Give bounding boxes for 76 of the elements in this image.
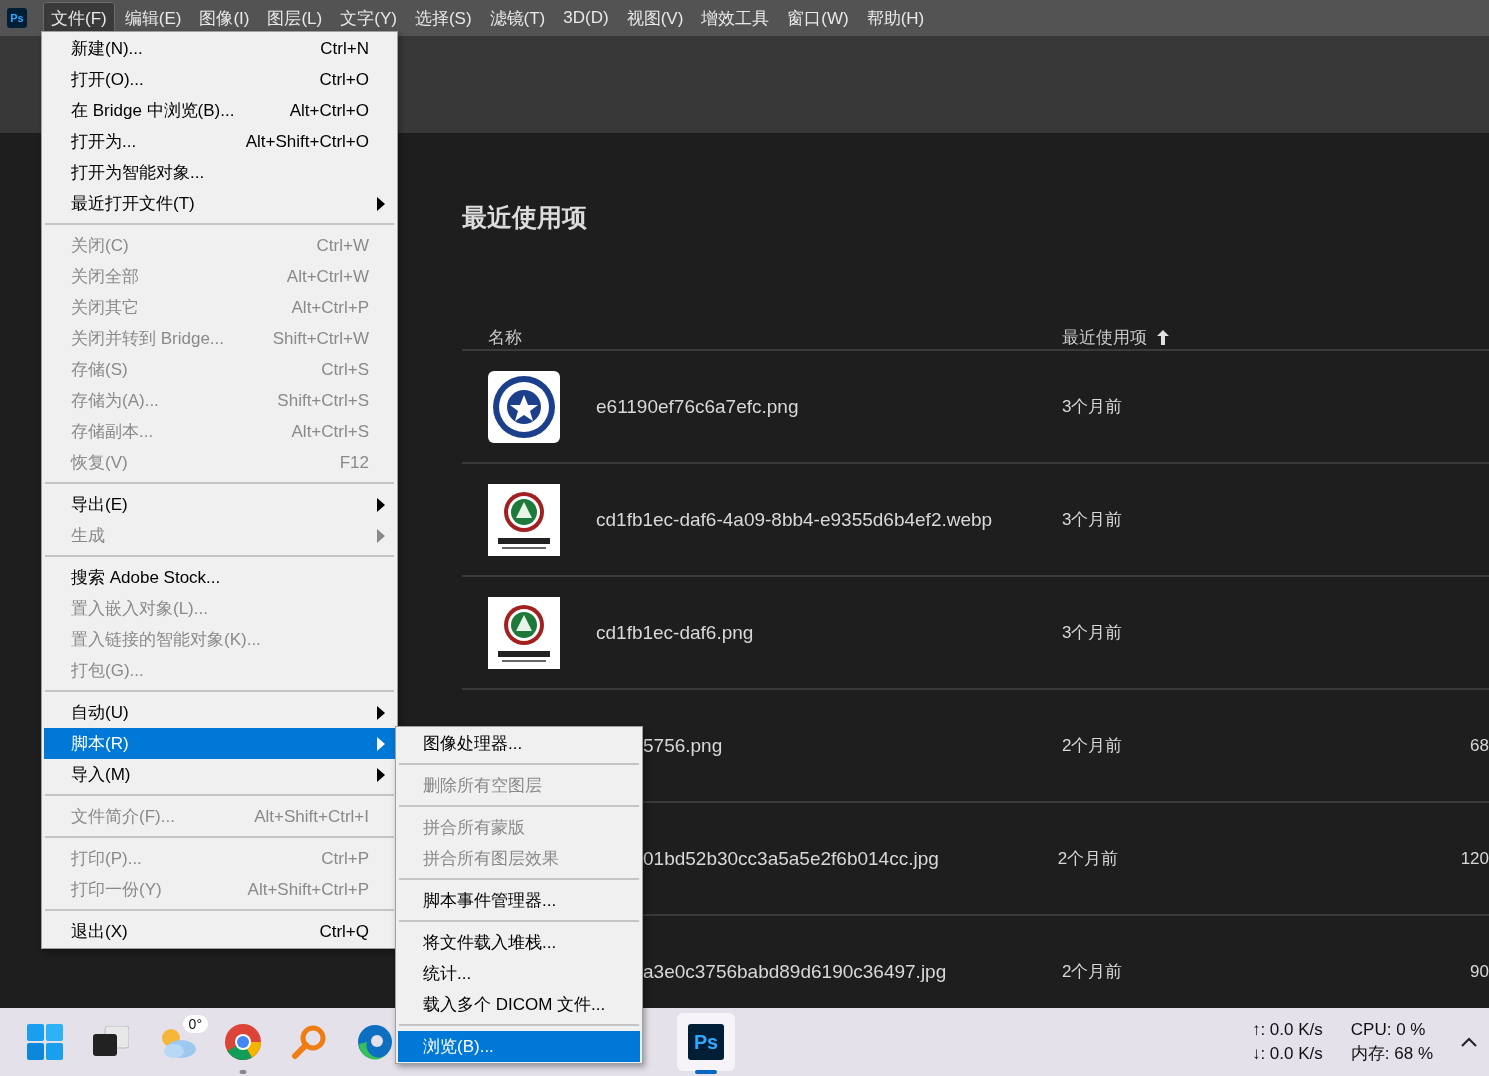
menu-item[interactable]: 导出(E) — [44, 489, 395, 520]
chevron-up-icon[interactable] — [1461, 1037, 1477, 1047]
download-speed: ↓: 0.0 K/s — [1251, 1043, 1323, 1065]
menu-item[interactable]: 脚本(R) — [44, 728, 395, 759]
upload-speed: ↑: 0.0 K/s — [1251, 1019, 1323, 1041]
menu-item[interactable]: 打开(O)... Ctrl+O — [44, 64, 395, 95]
menu-bar-item[interactable]: 窗口(W) — [779, 1, 857, 35]
menu-item[interactable]: 统计... — [398, 958, 640, 989]
shortcut-label: Ctrl+O — [319, 69, 369, 90]
edge-browser-icon[interactable] — [357, 1024, 393, 1060]
shortcut-label: Ctrl+W — [316, 235, 369, 256]
menu-item[interactable]: 将文件载入堆栈... — [398, 927, 640, 958]
shortcut-label: Alt+Ctrl+O — [289, 100, 369, 121]
menu-bar-item[interactable]: 编辑(E) — [116, 1, 190, 35]
menu-item[interactable]: 图像处理器... — [398, 728, 640, 759]
shortcut-label: Alt+Shift+Ctrl+I — [254, 806, 369, 827]
menu-item[interactable]: 打开为智能对象... — [44, 157, 395, 188]
shortcut-label: Alt+Ctrl+S — [291, 421, 369, 442]
memory-usage: 内存: 68 % — [1350, 1043, 1433, 1065]
shortcut-label: Ctrl+Q — [319, 921, 369, 942]
task-view-icon[interactable] — [93, 1026, 129, 1058]
size-cell: 90 — [1469, 961, 1489, 982]
shortcut-label: Alt+Ctrl+W — [286, 266, 369, 287]
date-cell-text: 3个月前 — [1062, 509, 1124, 531]
menu-bar-item[interactable]: 3D(D) — [555, 3, 617, 33]
file-name[interactable]: 5756.png — [643, 734, 723, 757]
menu-bar-item[interactable]: 滤镜(T) — [481, 1, 554, 35]
date-cell-text: 2个月前 — [1062, 961, 1124, 983]
menu-bar-item[interactable]: 图层(L) — [259, 1, 331, 35]
file-name[interactable]: 01bd52b30cc3a5a5e2f6b014cc.jpg — [643, 847, 939, 870]
size-cell: 68 — [1469, 735, 1489, 756]
menu-bar-item[interactable]: 图像(I) — [191, 1, 258, 35]
menu-item[interactable]: 导入(M) — [44, 759, 395, 790]
menu-item[interactable]: 最近打开文件(T) — [44, 188, 395, 219]
menu-item[interactable]: 退出(X) Ctrl+Q — [44, 916, 395, 947]
menu-item[interactable]: 载入多个 DICOM 文件... — [398, 989, 640, 1020]
temperature-badge: 0° — [182, 1015, 208, 1033]
date-cell-text: 3个月前 — [1062, 622, 1124, 644]
shortcut-label: Alt+Ctrl+P — [291, 297, 369, 318]
windows-start-icon[interactable] — [27, 1024, 63, 1060]
section-title: 最近使用项 — [462, 202, 588, 233]
menu-item[interactable]: 浏览(B)... — [398, 1031, 640, 1062]
file-name[interactable]: a3e0c3756babd89d6190c36497.jpg — [643, 960, 947, 983]
shortcut-label: Shift+Ctrl+S — [277, 390, 369, 411]
size-cell: 120 — [1460, 848, 1489, 869]
shortcut-label: Alt+Shift+Ctrl+P — [247, 879, 369, 900]
menu-item[interactable]: 新建(N)... Ctrl+N — [44, 33, 395, 64]
shortcut-label: Ctrl+N — [320, 38, 369, 59]
menu-bar-item[interactable]: 视图(V) — [618, 1, 692, 35]
column-header[interactable]: 名称 — [462, 326, 1062, 349]
menu-bar-item[interactable]: 文字(Y) — [332, 1, 405, 35]
file-name[interactable]: cd1fb1ec-daf6-4a09-8bb4-e9355d6b4ef2.webp — [596, 508, 993, 531]
shortcut-label: Ctrl+S — [321, 359, 369, 380]
menu-bar-item[interactable]: 帮助(H) — [858, 1, 933, 35]
shortcut-label: F12 — [339, 452, 369, 473]
file-name[interactable]: e61190ef76c6a7efc.png — [596, 395, 799, 418]
magnifier-icon[interactable] — [291, 1024, 327, 1060]
menu-item[interactable]: 搜索 Adobe Stock... — [44, 562, 395, 593]
menu-item[interactable]: 脚本事件管理器... — [398, 885, 640, 916]
column-header[interactable]: 最近使用项 — [1062, 326, 1147, 349]
menu-bar-item[interactable]: 选择(S) — [406, 1, 480, 35]
cpu-usage: CPU: 0 % — [1350, 1019, 1427, 1041]
menu-item[interactable]: 打开为... Alt+Shift+Ctrl+O — [44, 126, 395, 157]
browser-icon[interactable] — [224, 1023, 262, 1061]
date-cell-text: 3个月前 — [1062, 396, 1124, 418]
shortcut-label: Alt+Shift+Ctrl+O — [245, 131, 369, 152]
date-cell-text: 2个月前 — [1057, 848, 1120, 870]
shortcut-label: Ctrl+P — [321, 848, 369, 869]
shortcut-label: Shift+Ctrl+W — [272, 328, 369, 349]
menu-item[interactable]: 在 Bridge 中浏览(B)... Alt+Ctrl+O — [44, 95, 395, 126]
file-name[interactable]: cd1fb1ec-daf6.png — [596, 621, 754, 644]
menu-item[interactable]: 自动(U) — [44, 697, 395, 728]
date-cell-text: 2个月前 — [1062, 735, 1124, 757]
app-logo: Ps — [7, 8, 27, 28]
menu-bar-item[interactable]: 增效工具 — [693, 1, 778, 35]
photoshop-app-icon[interactable]: Ps — [688, 1024, 724, 1060]
